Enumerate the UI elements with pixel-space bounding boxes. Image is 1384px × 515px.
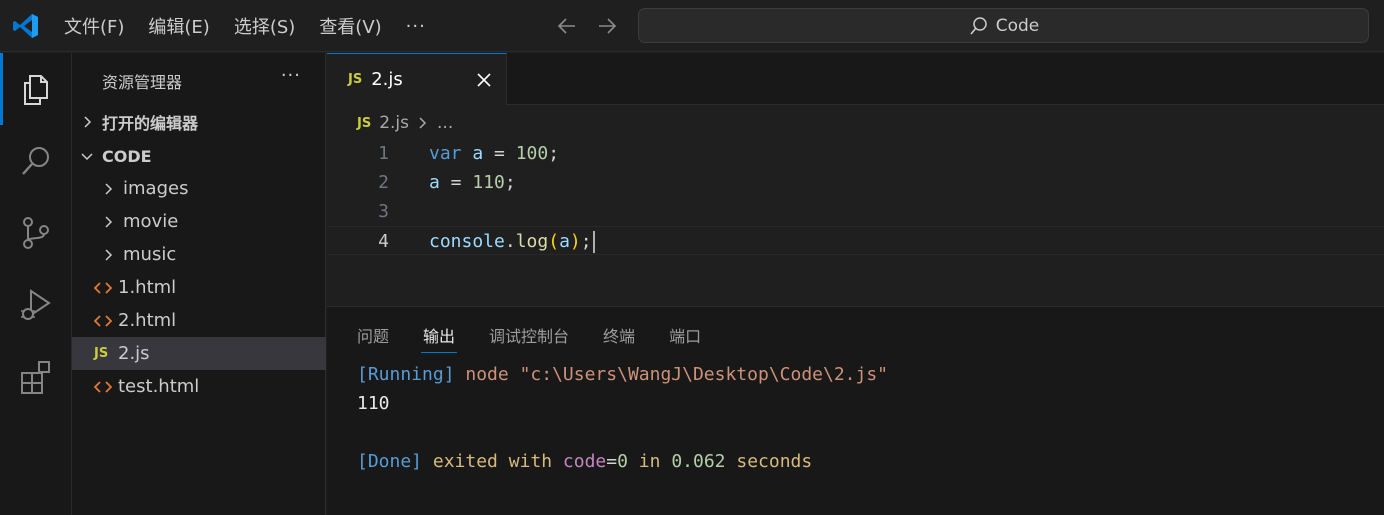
vscode-logo-icon[interactable] [12,12,40,40]
output-line-empty [357,418,888,447]
chevron-right-icon [419,117,427,129]
file-name: 1.html [118,277,177,298]
explorer-more-icon[interactable]: ··· [281,65,301,86]
code-editor[interactable]: 1 var a = 100; 2 a = 110; 3 4 console.lo… [327,139,1384,255]
output-content[interactable]: [Running] node "c:\Users\WangJ\Desktop\C… [357,360,888,476]
workspace-label: CODE [102,146,152,166]
tab-ports[interactable]: 端口 [669,323,701,353]
chevron-right-icon [98,248,118,262]
search-icon [22,147,49,175]
tab-debug-console[interactable]: 调试控制台 [489,323,569,353]
extensions-icon [21,361,50,394]
tab-problems[interactable]: 问题 [357,323,389,353]
line-number: 2 [378,172,389,193]
output-line: 110 [357,393,390,414]
text-cursor [592,231,595,253]
navigation-arrows [554,12,620,40]
open-editors-section[interactable]: 打开的编辑器 [72,106,326,138]
tree-folder-music[interactable]: music [72,238,326,271]
editor-area: JS 2.js JS 2.js ... 1 var a = 100; 2 a =… [327,53,1384,306]
chevron-down-icon [72,149,102,163]
file-name: 2.html [118,310,177,331]
tab-terminal[interactable]: 终端 [603,323,635,353]
menu-more-icon[interactable]: ··· [406,16,426,37]
explorer-title: 资源管理器 [102,73,183,92]
run-debug-icon [21,289,51,320]
chevron-right-icon [72,115,102,129]
tree-file-1-html[interactable]: 1.html [72,271,326,304]
line-number: 1 [378,143,389,164]
back-arrow-icon[interactable] [554,13,580,39]
tree-folder-images[interactable]: images [72,172,326,205]
command-center-search[interactable]: Code [638,8,1369,43]
extensions-activity[interactable] [0,341,72,413]
run-debug-activity[interactable] [0,269,72,341]
menu-bar: 文件(F) 编辑(E) 选择(S) 查看(V) ··· [64,0,426,52]
tree-file-2-js[interactable]: JS 2.js [72,337,326,370]
breadcrumb: JS 2.js ... [357,110,453,136]
close-icon[interactable] [474,70,494,90]
html-file-icon [94,314,118,328]
chevron-right-icon [98,182,118,196]
source-control-icon [23,217,49,249]
output-line: [Running] node "c:\Users\WangJ\Desktop\C… [357,364,889,385]
explorer-sidebar: 资源管理器 ··· 打开的编辑器 CODE images movie music… [72,53,326,515]
code-line: 3 [327,197,1384,226]
editor-tabs: JS 2.js [327,53,1384,105]
active-indicator [0,53,3,125]
code-line: 1 var a = 100; [327,139,1384,168]
folder-name: images [123,178,189,199]
menu-selection[interactable]: 选择(S) [234,13,295,39]
folder-name: movie [123,211,179,232]
line-number: 4 [378,231,389,252]
line-number: 3 [378,201,389,222]
tab-2-js[interactable]: JS 2.js [327,53,507,105]
menu-edit[interactable]: 编辑(E) [148,13,209,39]
activity-bar [0,53,72,515]
tree-file-test-html[interactable]: test.html [72,370,326,403]
js-file-icon: JS [357,115,372,131]
code-line-current: 4 console.log(a); [327,226,1384,255]
menu-view[interactable]: 查看(V) [319,13,381,39]
workspace-section[interactable]: CODE [72,140,326,172]
tab-output[interactable]: 输出 [421,323,458,353]
breadcrumb-file[interactable]: 2.js [379,113,409,133]
js-file-icon: JS [94,346,109,361]
html-file-icon [94,281,118,295]
forward-arrow-icon[interactable] [594,13,620,39]
title-bar: 文件(F) 编辑(E) 选择(S) 查看(V) ··· Code [0,0,1384,52]
code-text: console.log(a); [429,227,595,256]
bottom-panel: 问题 输出 调试控制台 终端 端口 [Running] node "c:\Use… [327,306,1384,515]
js-file-icon: JS [348,72,363,87]
search-icon [970,16,987,35]
code-text: a = 110; [429,172,516,193]
open-editors-label: 打开的编辑器 [102,114,199,133]
file-name: 2.js [118,343,150,364]
tab-label: 2.js [371,69,403,90]
chevron-right-icon [98,215,118,229]
tree-file-2-html[interactable]: 2.html [72,304,326,337]
folder-name: music [123,244,177,265]
html-file-icon [94,380,118,394]
tree-folder-movie[interactable]: movie [72,205,326,238]
source-control-activity[interactable] [0,197,72,269]
command-center-text: Code [995,15,1040,36]
code-line: 2 a = 110; [327,168,1384,197]
files-icon [24,75,48,105]
output-line: [Done] exited with code=0 in 0.062 secon… [357,451,813,472]
breadcrumb-symbols[interactable]: ... [437,113,453,133]
menu-file[interactable]: 文件(F) [64,13,124,39]
panel-tabs: 问题 输出 调试控制台 终端 端口 [357,323,701,353]
file-name: test.html [118,376,200,397]
code-text: var a = 100; [429,143,560,164]
search-activity[interactable] [0,125,72,197]
explorer-activity[interactable] [0,53,72,125]
